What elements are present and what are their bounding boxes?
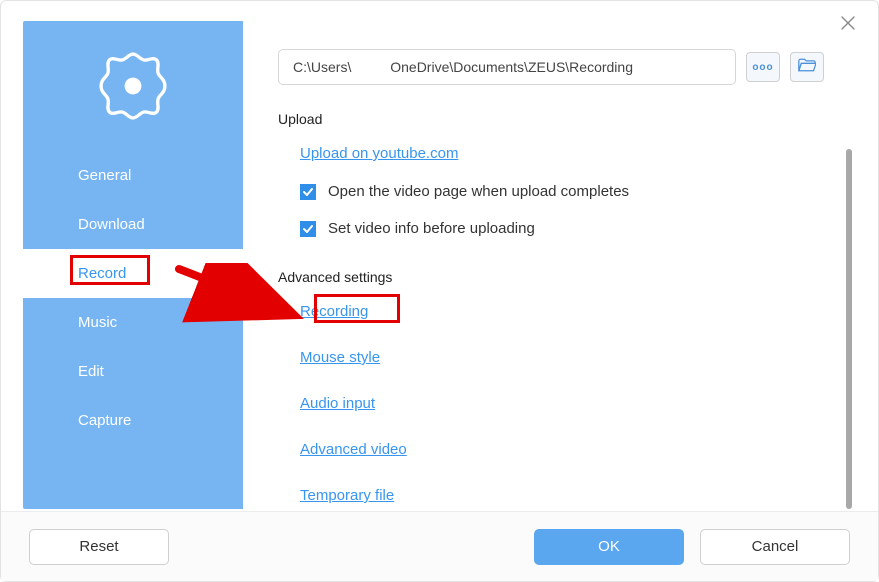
check-icon (302, 223, 314, 235)
settings-gear-icon (23, 21, 243, 151)
mouse-style-link[interactable]: Mouse style (300, 349, 380, 366)
scrollbar[interactable] (846, 149, 852, 509)
sidebar-item-general[interactable]: General (23, 151, 243, 200)
more-options-button[interactable]: ooo (746, 52, 780, 82)
ok-button[interactable]: OK (534, 529, 684, 565)
reset-button[interactable]: Reset (29, 529, 169, 565)
recording-link[interactable]: Recording (300, 303, 368, 320)
advanced-video-link[interactable]: Advanced video (300, 441, 407, 458)
more-icon: ooo (752, 62, 773, 73)
set-video-info-label: Set video info before uploading (328, 220, 535, 237)
sidebar-item-download[interactable]: Download (23, 200, 243, 249)
sidebar: General Download Record Music Edit Captu… (23, 21, 243, 509)
sidebar-item-music[interactable]: Music (23, 298, 243, 347)
check-icon (302, 186, 314, 198)
sidebar-item-edit[interactable]: Edit (23, 347, 243, 396)
folder-open-icon (798, 58, 816, 77)
open-video-page-checkbox[interactable] (300, 184, 316, 200)
audio-input-link[interactable]: Audio input (300, 395, 375, 412)
advanced-settings-title: Advanced settings (278, 269, 866, 285)
upload-youtube-link[interactable]: Upload on youtube.com (300, 145, 458, 162)
set-video-info-checkbox[interactable] (300, 221, 316, 237)
dialog-footer: Reset OK Cancel (1, 511, 878, 581)
main-panel: ooo Upload Upload on youtube.com (243, 21, 866, 509)
open-video-page-label: Open the video page when upload complete… (328, 183, 629, 200)
cancel-button[interactable]: Cancel (700, 529, 850, 565)
output-path-input[interactable] (278, 49, 736, 85)
sidebar-item-capture[interactable]: Capture (23, 396, 243, 445)
browse-folder-button[interactable] (790, 52, 824, 82)
upload-section-title: Upload (278, 111, 866, 127)
settings-dialog: General Download Record Music Edit Captu… (0, 0, 879, 582)
sidebar-item-record[interactable]: Record (23, 249, 243, 298)
temporary-file-link[interactable]: Temporary file (300, 487, 394, 504)
